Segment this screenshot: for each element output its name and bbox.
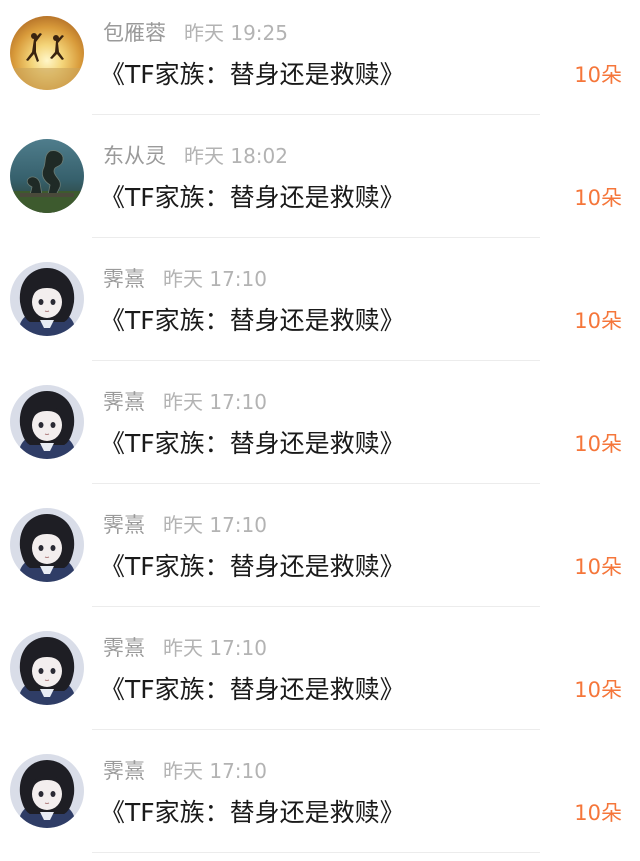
book-title[interactable]: 《TF家族：替身还是救赎》 xyxy=(100,58,405,92)
item-meta: 包雁蓉 昨天 19:25 xyxy=(103,18,288,48)
user-avatar[interactable] xyxy=(10,631,84,705)
user-name[interactable]: 霁熹 xyxy=(103,636,145,660)
user-name[interactable]: 霁熹 xyxy=(103,390,145,414)
item-meta: 霁熹 昨天 17:10 xyxy=(103,633,267,663)
timestamp: 昨天 17:10 xyxy=(163,636,267,660)
list-item[interactable]: 霁熹 昨天 17:10 《TF家族：替身还是救赎》 10朵 xyxy=(0,246,640,369)
user-name[interactable]: 霁熹 xyxy=(103,513,145,537)
anime-girl-avatar-icon xyxy=(10,262,84,336)
anime-girl-avatar-icon xyxy=(10,631,84,705)
user-avatar[interactable] xyxy=(10,16,84,90)
divider xyxy=(92,852,540,853)
gift-record-list: 包雁蓉 昨天 19:25 《TF家族：替身还是救赎》 10朵 东从灵 昨天 18… xyxy=(0,0,640,857)
list-item[interactable]: 霁熹 昨天 17:10 《TF家族：替身还是救赎》 10朵 xyxy=(0,615,640,738)
user-name[interactable]: 包雁蓉 xyxy=(103,21,166,45)
dragon-statue-avatar-icon xyxy=(10,139,84,213)
user-name[interactable]: 霁熹 xyxy=(103,759,145,783)
divider xyxy=(92,729,540,730)
flower-count: 10朵 xyxy=(574,432,622,456)
timestamp: 昨天 17:10 xyxy=(163,759,267,783)
user-avatar[interactable] xyxy=(10,262,84,336)
user-name[interactable]: 东从灵 xyxy=(103,144,166,168)
divider xyxy=(92,606,540,607)
timestamp: 昨天 17:10 xyxy=(163,267,267,291)
divider xyxy=(92,360,540,361)
book-title[interactable]: 《TF家族：替身还是救赎》 xyxy=(100,673,405,707)
list-item[interactable]: 霁熹 昨天 17:10 《TF家族：替身还是救赎》 10朵 xyxy=(0,738,640,861)
item-meta: 霁熹 昨天 17:10 xyxy=(103,264,267,294)
item-meta: 霁熹 昨天 17:10 xyxy=(103,756,267,786)
book-title[interactable]: 《TF家族：替身还是救赎》 xyxy=(100,181,405,215)
flower-count: 10朵 xyxy=(574,309,622,333)
list-item[interactable]: 东从灵 昨天 18:02 《TF家族：替身还是救赎》 10朵 xyxy=(0,123,640,246)
list-item[interactable]: 霁熹 昨天 17:10 《TF家族：替身还是救赎》 10朵 xyxy=(0,369,640,492)
divider xyxy=(92,114,540,115)
timestamp: 昨天 18:02 xyxy=(184,144,288,168)
item-meta: 霁熹 昨天 17:10 xyxy=(103,387,267,417)
user-avatar[interactable] xyxy=(10,754,84,828)
user-avatar[interactable] xyxy=(10,508,84,582)
timestamp: 昨天 19:25 xyxy=(184,21,288,45)
item-meta: 东从灵 昨天 18:02 xyxy=(103,141,288,171)
user-avatar[interactable] xyxy=(10,139,84,213)
list-item[interactable]: 包雁蓉 昨天 19:25 《TF家族：替身还是救赎》 10朵 xyxy=(0,0,640,123)
timestamp: 昨天 17:10 xyxy=(163,390,267,414)
divider xyxy=(92,483,540,484)
book-title[interactable]: 《TF家族：替身还是救赎》 xyxy=(100,796,405,830)
timestamp: 昨天 17:10 xyxy=(163,513,267,537)
item-meta: 霁熹 昨天 17:10 xyxy=(103,510,267,540)
flower-count: 10朵 xyxy=(574,555,622,579)
user-avatar[interactable] xyxy=(10,385,84,459)
divider xyxy=(92,237,540,238)
flower-count: 10朵 xyxy=(574,678,622,702)
anime-girl-avatar-icon xyxy=(10,385,84,459)
flower-count: 10朵 xyxy=(574,63,622,87)
book-title[interactable]: 《TF家族：替身还是救赎》 xyxy=(100,550,405,584)
sunset-jump-avatar-icon xyxy=(10,16,84,90)
list-item[interactable]: 霁熹 昨天 17:10 《TF家族：替身还是救赎》 10朵 xyxy=(0,492,640,615)
book-title[interactable]: 《TF家族：替身还是救赎》 xyxy=(100,427,405,461)
anime-girl-avatar-icon xyxy=(10,754,84,828)
flower-count: 10朵 xyxy=(574,186,622,210)
flower-count: 10朵 xyxy=(574,801,622,825)
anime-girl-avatar-icon xyxy=(10,508,84,582)
book-title[interactable]: 《TF家族：替身还是救赎》 xyxy=(100,304,405,338)
user-name[interactable]: 霁熹 xyxy=(103,267,145,291)
